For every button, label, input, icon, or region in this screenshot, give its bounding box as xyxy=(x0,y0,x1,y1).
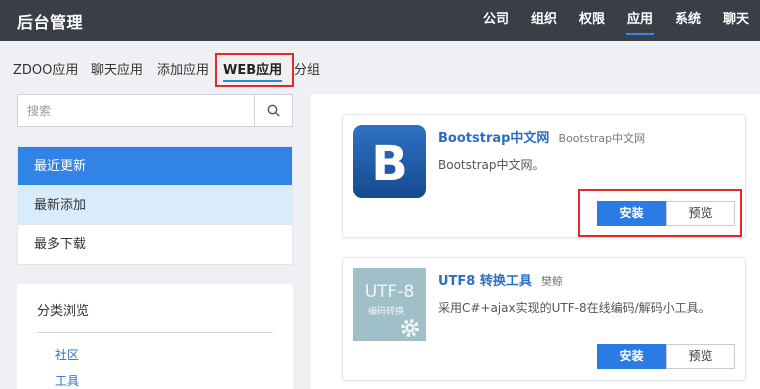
search-icon xyxy=(267,104,280,117)
nav-item-chat[interactable]: 聊天 xyxy=(712,0,760,41)
app-description: 采用C#+ajax实现的UTF-8在线编码/解码小工具。 xyxy=(438,301,711,315)
category-link-tools[interactable]: 工具 xyxy=(55,372,79,389)
app-name[interactable]: Bootstrap中文网 xyxy=(438,131,549,146)
category-title: 分类浏览 xyxy=(37,304,90,319)
tab-chat-apps[interactable]: 聊天应用 xyxy=(91,59,143,78)
bootstrap-logo-icon: B xyxy=(353,125,426,198)
category-divider xyxy=(37,332,273,333)
app-author: 樊鲸 xyxy=(540,275,563,288)
svg-text:编码转换: 编码转换 xyxy=(368,305,404,317)
app-description: Bootstrap中文网。 xyxy=(438,158,545,172)
nav-item-permissions[interactable]: 权限 xyxy=(568,0,616,41)
search-box xyxy=(17,94,293,127)
app-brand[interactable]: 后台管理 xyxy=(17,9,83,33)
tab-add-app[interactable]: 添加应用 xyxy=(157,59,209,78)
sub-nav: ZDOO应用 聊天应用 添加应用 WEB应用 分组 xyxy=(0,41,760,93)
nav-item-organization[interactable]: 组织 xyxy=(520,0,568,41)
tab-groups[interactable]: 分组 xyxy=(294,59,320,78)
preview-button[interactable]: 预览 xyxy=(666,344,735,369)
tab-zdoo-apps[interactable]: ZDOO应用 xyxy=(13,59,78,78)
nav-item-apps[interactable]: 应用 xyxy=(616,0,664,41)
highlight-box-actions xyxy=(578,189,742,237)
search-button[interactable] xyxy=(254,95,292,126)
top-nav: 公司 组织 权限 应用 系统 聊天 xyxy=(472,0,760,41)
utf8-converter-icon: UTF-8 编码转换 xyxy=(353,268,426,341)
sort-menu: 最近更新 最新添加 最多下载 xyxy=(17,146,293,265)
install-button[interactable]: 安装 xyxy=(597,344,666,369)
category-panel: 分类浏览 社区 工具 xyxy=(17,284,293,389)
category-link-community[interactable]: 社区 xyxy=(55,346,79,363)
menu-item-newest[interactable]: 最新添加 xyxy=(18,186,292,225)
app-list-panel: B Bootstrap中文网 Bootstrap中文网 Bootstrap中文网… xyxy=(311,94,760,389)
highlight-box-web-tab xyxy=(215,53,294,87)
menu-item-recently-updated[interactable]: 最近更新 xyxy=(18,147,292,186)
app-name[interactable]: UTF8 转换工具 xyxy=(438,274,532,289)
nav-item-system[interactable]: 系统 xyxy=(664,0,712,41)
app-author: Bootstrap中文网 xyxy=(558,132,646,145)
nav-item-company[interactable]: 公司 xyxy=(472,0,520,41)
app-card: UTF-8 编码转换 UTF8 转换工具 樊鲸 采用C#+ajax实现的UTF-… xyxy=(342,257,746,381)
svg-text:B: B xyxy=(371,136,408,192)
top-bar: 后台管理 公司 组织 权限 应用 系统 聊天 xyxy=(0,0,760,41)
svg-text:UTF-8: UTF-8 xyxy=(365,282,415,302)
search-input[interactable] xyxy=(18,95,256,126)
app-actions: 安装 预览 xyxy=(597,344,735,369)
menu-item-most-downloaded[interactable]: 最多下载 xyxy=(18,225,292,264)
